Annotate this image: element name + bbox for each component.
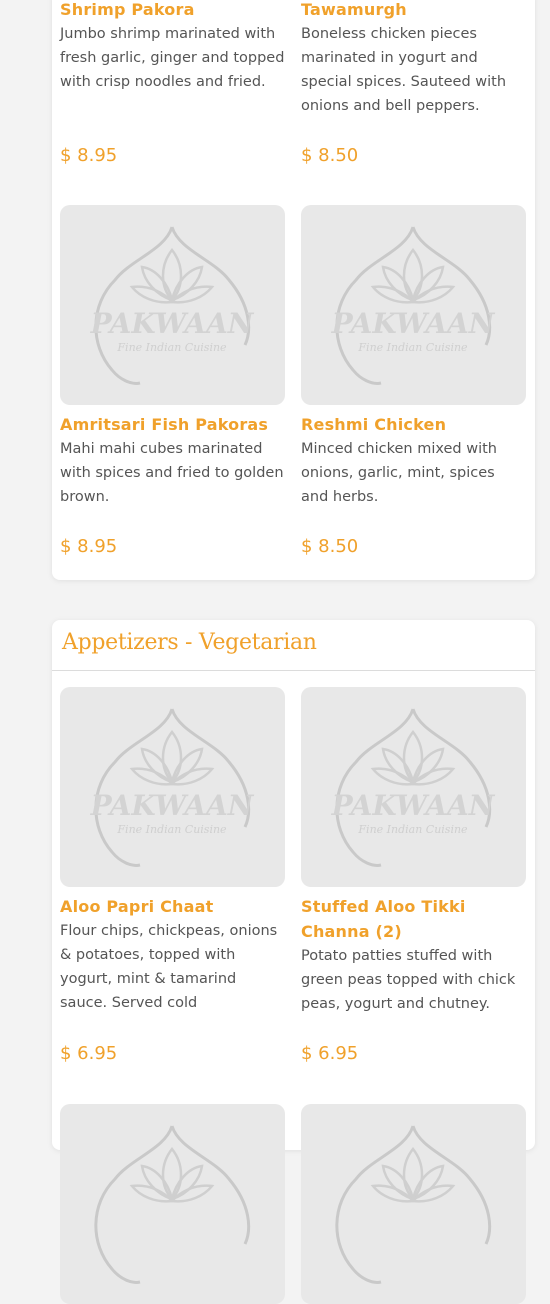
- section-title: Appetizers - Vegetarian: [62, 630, 317, 655]
- menu-item-image: PAKWAAN Fine Indian Cuisine: [301, 687, 526, 887]
- menu-item-name: Stuffed Aloo Tikki Channa (2): [301, 897, 466, 941]
- menu-item-description: Jumbo shrimp marinated with fresh garlic…: [60, 26, 285, 90]
- menu-section-card: Shrimp Pakora Jumbo shrimp marinated wit…: [52, 0, 535, 580]
- menu-item-price: $ 8.50: [301, 536, 359, 557]
- menu-section-card: Appetizers - Vegetarian PAKWAAN Fine Ind…: [52, 620, 535, 1304]
- pakwaan-logo-icon: PAKWAAN Fine Indian Cuisine: [331, 707, 496, 867]
- menu-item-name: Reshmi Chicken: [301, 415, 447, 434]
- pakwaan-logo-icon: PAKWAAN Fine Indian Cuisine: [90, 225, 255, 385]
- pakwaan-logo-icon: [94, 1124, 251, 1284]
- menu-item-description: Potato patties stuffed with green peas t…: [301, 948, 516, 1012]
- pakwaan-logo-icon: PAKWAAN Fine Indian Cuisine: [331, 225, 496, 385]
- svg-text:PAKWAAN: PAKWAAN: [90, 789, 255, 822]
- menu-item-image: [301, 1104, 526, 1304]
- menu-item-name: Aloo Papri Chaat: [60, 897, 214, 916]
- menu-item-price: $ 8.95: [60, 145, 118, 166]
- svg-text:PAKWAAN: PAKWAAN: [90, 307, 255, 340]
- menu-item-description: Flour chips, chickpeas, onions & potatoe…: [60, 923, 278, 1011]
- menu-item-name: Shrimp Pakora: [60, 0, 195, 19]
- svg-text:Fine Indian Cuisine: Fine Indian Cuisine: [116, 341, 227, 354]
- pakwaan-logo-icon: [335, 1124, 492, 1284]
- svg-text:Fine Indian Cuisine: Fine Indian Cuisine: [357, 823, 468, 836]
- svg-text:PAKWAAN: PAKWAAN: [331, 307, 496, 340]
- menu-item-image: PAKWAAN Fine Indian Cuisine: [60, 687, 285, 887]
- menu-item-image: [60, 1104, 285, 1304]
- menu-item-price: $ 8.95: [60, 536, 118, 557]
- menu-item-description: Minced chicken mixed with onions, garlic…: [301, 441, 497, 505]
- svg-text:PAKWAAN: PAKWAAN: [331, 789, 496, 822]
- menu-item-price: $ 6.95: [60, 1043, 118, 1064]
- menu-item-image: PAKWAAN Fine Indian Cuisine: [60, 205, 285, 405]
- svg-text:Fine Indian Cuisine: Fine Indian Cuisine: [357, 341, 468, 354]
- menu-item-price: $ 6.95: [301, 1043, 359, 1064]
- menu-item-name: Amritsari Fish Pakoras: [60, 415, 269, 434]
- menu-item-name: Tawamurgh: [301, 0, 407, 19]
- menu-item-price: $ 8.50: [301, 145, 359, 166]
- pakwaan-logo-icon: PAKWAAN Fine Indian Cuisine: [90, 707, 255, 867]
- menu-item-description: Mahi mahi cubes marinated with spices an…: [60, 441, 284, 505]
- svg-text:Fine Indian Cuisine: Fine Indian Cuisine: [116, 823, 227, 836]
- menu-item-description: Boneless chicken pieces marinated in yog…: [301, 26, 507, 114]
- section-header: Appetizers - Vegetarian: [52, 620, 535, 671]
- menu-item-image: PAKWAAN Fine Indian Cuisine: [301, 205, 526, 405]
